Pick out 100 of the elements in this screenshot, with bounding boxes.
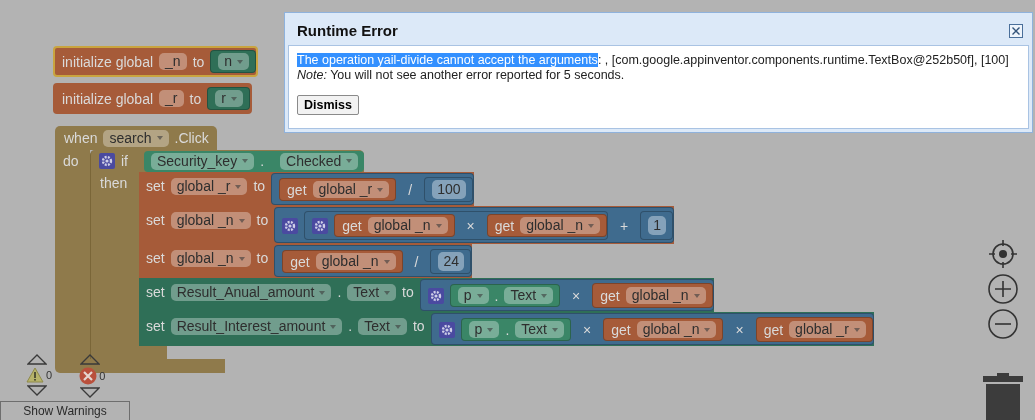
gear-icon[interactable] [312, 217, 329, 234]
math-block[interactable]: p . Text × get global _n [419, 279, 714, 311]
caret-icon [384, 290, 391, 295]
variable-block[interactable]: set global _n to get global _n / 24 [139, 244, 472, 278]
component-block[interactable]: set Result_Anual_amount . Text to p . Text × get global _n [139, 278, 714, 312]
block-label: set [146, 178, 165, 194]
caret-icon [235, 184, 242, 189]
dropdown-field[interactable]: global _r [789, 321, 866, 338]
dropdown-field[interactable]: global _n [367, 217, 448, 234]
block-label: when [64, 130, 98, 146]
error-icon[interactable] [79, 367, 98, 385]
dropdown-field[interactable]: global _r [170, 178, 248, 195]
dropdown-field[interactable]: global _r [312, 181, 390, 198]
caret-icon [853, 327, 860, 332]
caret-icon [377, 187, 384, 192]
zoom-in-icon[interactable] [987, 273, 1019, 305]
variable-block[interactable]: set global _n to get global _n × get global _n + 1 [139, 206, 674, 244]
gear-icon[interactable] [99, 153, 115, 169]
show-warnings-button[interactable]: Show Warnings [0, 401, 130, 420]
warning-icon[interactable] [26, 367, 44, 383]
dropdown-field[interactable]: global _n [636, 321, 717, 338]
error-note: Note: You will not see another error reported for 5 seconds. [297, 68, 626, 83]
block-label: . [348, 318, 353, 334]
up-arrow-icon[interactable] [80, 353, 101, 365]
trash-icon[interactable] [981, 371, 1025, 420]
dropdown-field[interactable]: global _n [170, 212, 251, 229]
math-block[interactable]: 100 [424, 177, 473, 202]
math-block[interactable]: 1 [640, 211, 673, 240]
block-label: set [146, 212, 165, 228]
locate-icon[interactable] [987, 238, 1019, 270]
dropdown-field[interactable]: r [215, 90, 243, 107]
block-label: set [146, 250, 165, 266]
variable-block[interactable]: get global _r [755, 317, 873, 342]
name-field[interactable]: _r [159, 90, 184, 107]
control-block-header[interactable]: if Security_key . Checked [90, 150, 365, 172]
number-field[interactable]: 1 [648, 216, 666, 235]
gear-icon[interactable] [438, 321, 455, 338]
math-block[interactable]: get global _r / 100 [271, 173, 474, 205]
variable-block[interactable]: get global _r [279, 178, 397, 201]
dropdown-field[interactable]: Result_Interest_amount [170, 318, 343, 335]
component-block[interactable]: r [207, 87, 250, 110]
dropdown-field[interactable]: Result_Anual_amount [170, 284, 332, 301]
dropdown-field[interactable]: n [218, 53, 250, 70]
variable-block[interactable]: get global _n [592, 283, 713, 308]
name-field[interactable]: _n [159, 53, 187, 70]
gear-icon[interactable] [282, 217, 299, 234]
dismiss-button[interactable]: Dismiss [297, 95, 359, 115]
dialog-title: Runtime Error [297, 22, 398, 39]
dropdown-field[interactable]: Security_key [151, 152, 255, 170]
gear-icon[interactable] [427, 287, 444, 304]
variable-block[interactable]: get global _n [603, 318, 724, 341]
math-block[interactable]: 24 [430, 249, 471, 274]
operator-label: × [571, 287, 582, 304]
block-label: get [763, 321, 784, 338]
dropdown-field[interactable]: Text [347, 284, 397, 301]
block-label: get [600, 287, 620, 304]
variable-block[interactable]: get global _n [334, 214, 455, 237]
block-label: if [121, 153, 128, 169]
caret-icon [237, 59, 244, 64]
block-label: to [402, 284, 414, 300]
component-block[interactable]: Security_key . Checked [144, 150, 365, 172]
math-block[interactable]: get global _n × get global _n + 1 [274, 207, 674, 243]
dropdown-field[interactable]: global _n [170, 250, 251, 267]
down-arrow-icon[interactable] [27, 385, 47, 397]
dropdown-field[interactable]: p [457, 287, 489, 304]
caret-icon [435, 223, 442, 228]
dropdown-field[interactable]: Text [358, 318, 407, 335]
block-label: initialize global [62, 53, 154, 70]
block-label: get [494, 217, 515, 234]
dropdown-field[interactable]: p [468, 321, 500, 338]
close-icon[interactable] [1009, 23, 1023, 38]
up-arrow-icon[interactable] [27, 353, 47, 365]
math-block[interactable]: get global _n × get global _n [304, 211, 608, 240]
variable-block[interactable]: get global _n [486, 214, 607, 237]
variable-block[interactable]: set global _r to get global _r / 100 [139, 172, 474, 206]
component-block[interactable]: n [210, 50, 257, 73]
dropdown-field[interactable]: global _n [520, 217, 600, 234]
block-label: to [253, 178, 266, 194]
number-field[interactable]: 100 [432, 180, 466, 199]
dropdown-field[interactable]: Text [504, 287, 554, 304]
variable-block[interactable]: initialize global _n to n [53, 46, 259, 77]
dropdown-field[interactable]: global _n [315, 253, 396, 270]
math-block[interactable]: get global _n / 24 [274, 245, 472, 277]
dropdown-field[interactable]: search [103, 129, 169, 147]
dropdown-field[interactable]: Text [515, 321, 564, 338]
block-label: set [146, 318, 165, 334]
caret-icon [238, 256, 245, 261]
component-block[interactable]: p . Text [460, 318, 571, 341]
variable-block[interactable]: get global _n [282, 250, 403, 273]
number-field[interactable]: 24 [438, 252, 464, 271]
component-block[interactable]: set Result_Interest_amount . Text to p . Text × get global _n × get global _r [139, 312, 874, 346]
zoom-out-icon[interactable] [987, 308, 1019, 340]
variable-block[interactable]: initialize global _r to r [53, 83, 252, 114]
dropdown-field[interactable]: global _n [625, 287, 706, 304]
caret-icon [383, 259, 390, 264]
component-block[interactable]: p . Text [449, 284, 561, 307]
down-arrow-icon[interactable] [80, 387, 101, 399]
math-block[interactable]: p . Text × get global _n × get global _r [430, 313, 874, 345]
dropdown-field[interactable]: Checked [280, 152, 359, 170]
event-block-header[interactable]: when search .Click [55, 126, 217, 150]
